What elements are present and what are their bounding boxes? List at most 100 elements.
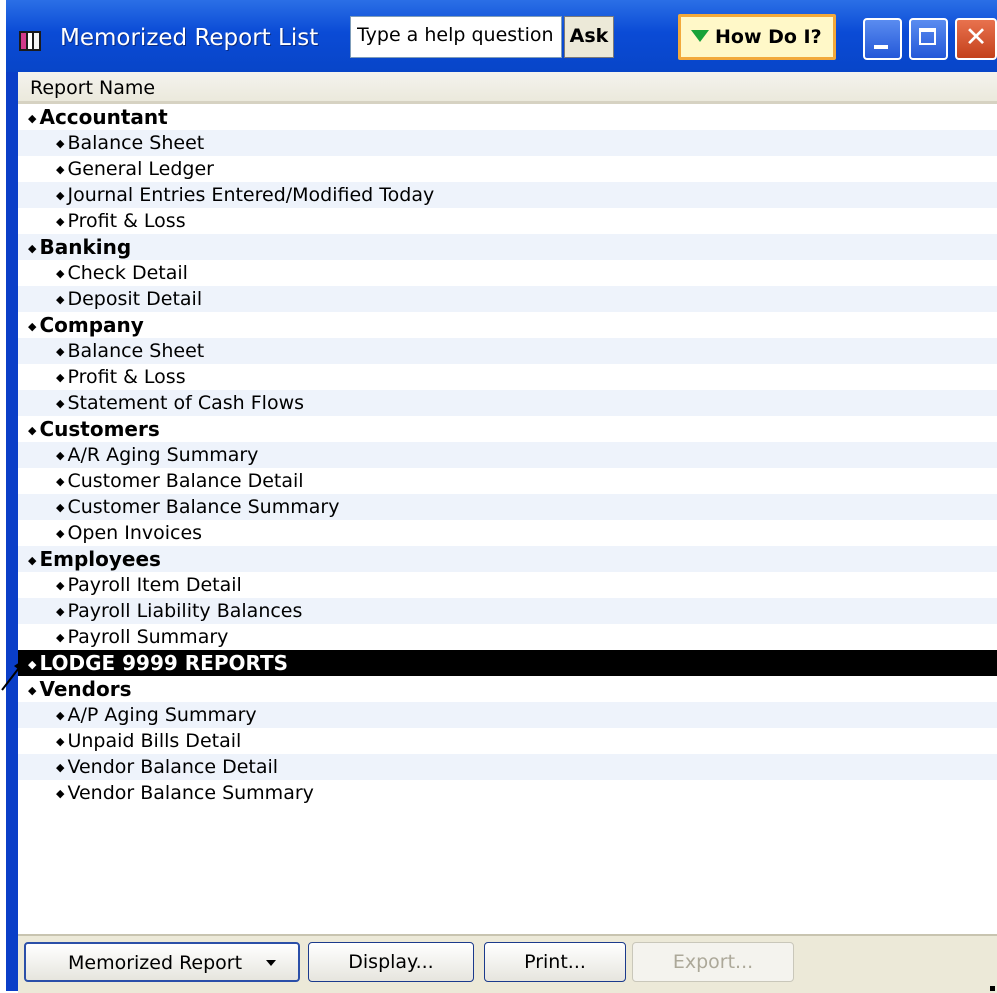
report-label: Company — [39, 313, 144, 337]
bullet-diamond-icon: ◆ — [56, 293, 65, 306]
app-icon — [19, 31, 41, 51]
bullet-diamond-icon: ◆ — [56, 371, 65, 384]
report-label: Accountant — [39, 105, 168, 129]
report-item-row[interactable]: ◆ A/R Aging Summary — [18, 442, 997, 468]
report-group-row[interactable]: ◆ Company — [18, 312, 997, 338]
bullet-diamond-icon: ◆ — [56, 527, 65, 540]
report-label: Journal Entries Entered/Modified Today — [67, 184, 435, 206]
report-list-panel: Report Name ◆ Accountant ◆ Balance Sheet ◆ Ge… — [18, 72, 997, 993]
close-glyph: ✕ — [964, 22, 988, 53]
report-label: Balance Sheet — [67, 340, 205, 362]
arrow-pointer-icon — [1, 658, 26, 691]
bullet-diamond-icon: ◆ — [56, 345, 65, 358]
report-item-row[interactable]: ◆ Open Invoices — [18, 520, 997, 546]
bullet-diamond-icon: ◆ — [28, 320, 37, 333]
report-label: General Ledger — [67, 158, 214, 180]
bullet-diamond-icon: ◆ — [56, 267, 65, 280]
bullet-diamond-icon: ◆ — [56, 605, 65, 618]
report-item-row[interactable]: ◆ Balance Sheet — [18, 338, 997, 364]
report-list[interactable]: ◆ Accountant ◆ Balance Sheet ◆ General Ledger… — [18, 104, 997, 806]
report-item-row[interactable]: ◆ Vendor Balance Summary — [18, 780, 997, 806]
print-button[interactable]: Print... — [484, 942, 626, 982]
memorized-report-list-window: Memorized Report List Ask How Do I? ✕ Re… — [6, 0, 997, 993]
report-item-row[interactable]: ◆ Profit & Loss — [18, 208, 997, 234]
bullet-diamond-icon: ◆ — [56, 501, 65, 514]
bullet-diamond-icon: ◆ — [56, 787, 65, 800]
help-question-input[interactable] — [350, 16, 562, 58]
report-label: A/P Aging Summary — [67, 704, 257, 726]
report-label: Customer Balance Summary — [67, 496, 340, 518]
memorized-report-button[interactable]: Memorized Report — [24, 942, 300, 982]
edge-marker — [990, 986, 995, 991]
report-label: Unpaid Bills Detail — [67, 730, 242, 752]
ask-button[interactable]: Ask — [564, 16, 614, 58]
bullet-diamond-icon: ◆ — [56, 137, 65, 150]
maximize-icon[interactable] — [909, 18, 948, 60]
how-do-i-label: How Do I? — [715, 26, 822, 48]
report-label: Payroll Summary — [67, 626, 229, 648]
bullet-diamond-icon: ◆ — [56, 215, 65, 228]
bullet-diamond-icon: ◆ — [56, 709, 65, 722]
report-item-row[interactable]: ◆ A/P Aging Summary — [18, 702, 997, 728]
dropdown-caret-icon — [266, 960, 276, 966]
report-group-row[interactable]: ◆ Accountant — [18, 104, 997, 130]
export-button: Export... — [632, 942, 794, 982]
bullet-diamond-icon: ◆ — [56, 189, 65, 202]
close-icon[interactable]: ✕ — [955, 18, 997, 60]
bullet-diamond-icon: ◆ — [56, 163, 65, 176]
report-label: Customer Balance Detail — [67, 470, 304, 492]
report-group-row[interactable]: ◆ Vendors — [18, 676, 997, 702]
report-item-row[interactable]: ◆ General Ledger — [18, 156, 997, 182]
minimize-icon[interactable] — [863, 18, 902, 60]
report-item-row[interactable]: ◆ Profit & Loss — [18, 364, 997, 390]
report-label: Open Invoices — [67, 522, 203, 544]
report-label: Vendors — [39, 677, 132, 701]
report-item-row[interactable]: ◆ Check Detail — [18, 260, 997, 286]
report-group-row[interactable]: ◆ LODGE 9999 REPORTS — [18, 650, 997, 676]
report-item-row[interactable]: ◆ Statement of Cash Flows — [18, 390, 997, 416]
report-item-row[interactable]: ◆ Payroll Item Detail — [18, 572, 997, 598]
report-label: Vendor Balance Summary — [67, 782, 314, 804]
report-item-row[interactable]: ◆ Customer Balance Summary — [18, 494, 997, 520]
column-header-report-name[interactable]: Report Name — [18, 72, 997, 104]
how-do-i-button[interactable]: How Do I? — [678, 14, 836, 60]
bullet-diamond-icon: ◆ — [56, 475, 65, 488]
bullet-diamond-icon: ◆ — [56, 449, 65, 462]
button-bar: Memorized Report Display... Print... Exp… — [18, 934, 997, 993]
report-label: Profit & Loss — [67, 210, 186, 232]
report-label: Customers — [39, 417, 160, 441]
bullet-diamond-icon: ◆ — [56, 761, 65, 774]
report-item-row[interactable]: ◆ Journal Entries Entered/Modified Today — [18, 182, 997, 208]
report-label: Balance Sheet — [67, 132, 205, 154]
report-item-row[interactable]: ◆ Balance Sheet — [18, 130, 997, 156]
report-label: Vendor Balance Detail — [67, 756, 279, 778]
report-label: LODGE 9999 REPORTS — [39, 651, 289, 675]
bullet-diamond-icon: ◆ — [56, 397, 65, 410]
report-label: A/R Aging Summary — [67, 444, 259, 466]
bullet-diamond-icon: ◆ — [28, 554, 37, 567]
report-label: Profit & Loss — [67, 366, 186, 388]
report-group-row[interactable]: ◆ Customers — [18, 416, 997, 442]
display-button[interactable]: Display... — [308, 942, 474, 982]
report-item-row[interactable]: ◆ Vendor Balance Detail — [18, 754, 997, 780]
bullet-diamond-icon: ◆ — [28, 424, 37, 437]
bullet-diamond-icon: ◆ — [28, 242, 37, 255]
window-title: Memorized Report List — [60, 25, 319, 51]
report-item-row[interactable]: ◆ Payroll Liability Balances — [18, 598, 997, 624]
bullet-diamond-icon: ◆ — [56, 735, 65, 748]
memorized-report-label: Memorized Report — [68, 952, 243, 974]
title-bar[interactable]: Memorized Report List Ask How Do I? ✕ — [6, 0, 997, 72]
report-group-row[interactable]: ◆ Banking — [18, 234, 997, 260]
report-label: Payroll Liability Balances — [67, 600, 303, 622]
report-group-row[interactable]: ◆ Employees — [18, 546, 997, 572]
report-label: Statement of Cash Flows — [67, 392, 305, 414]
report-item-row[interactable]: ◆ Unpaid Bills Detail — [18, 728, 997, 754]
bullet-diamond-icon: ◆ — [56, 579, 65, 592]
report-label: Banking — [39, 235, 132, 259]
dropdown-triangle-icon — [691, 30, 709, 42]
report-item-row[interactable]: ◆ Payroll Summary — [18, 624, 997, 650]
report-label: Check Detail — [67, 262, 188, 284]
report-item-row[interactable]: ◆ Deposit Detail — [18, 286, 997, 312]
report-label: Payroll Item Detail — [67, 574, 242, 596]
report-item-row[interactable]: ◆ Customer Balance Detail — [18, 468, 997, 494]
